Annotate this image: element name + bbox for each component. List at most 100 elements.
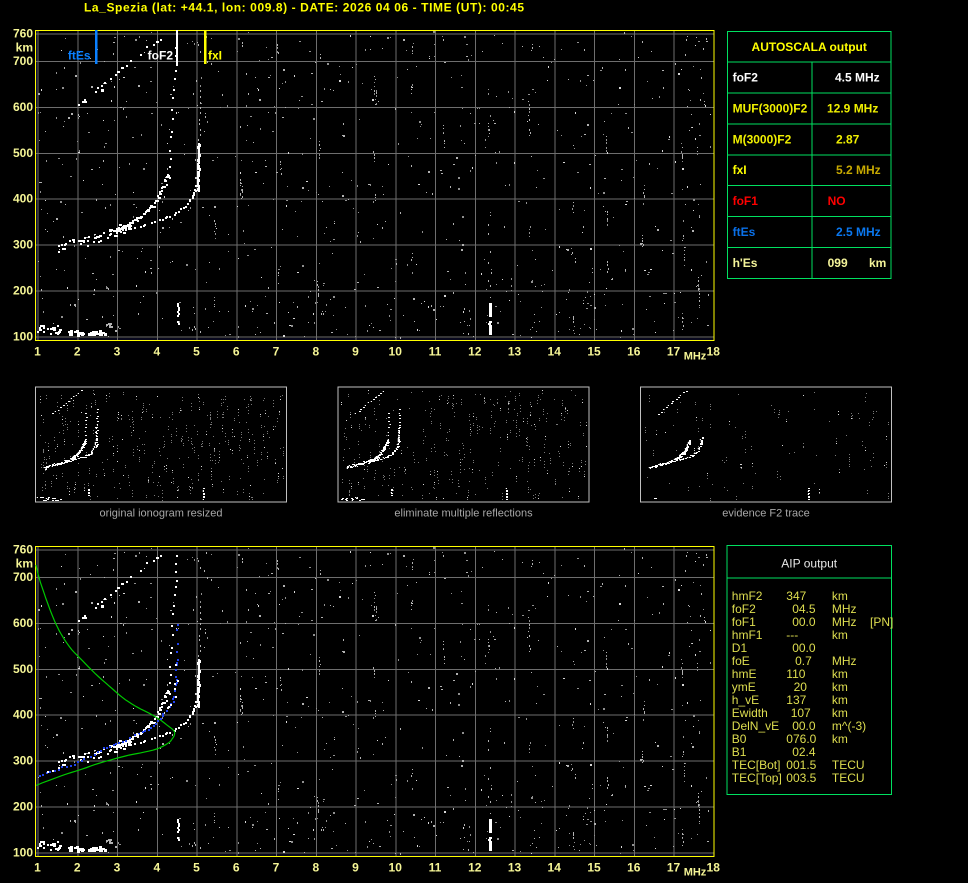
svg-text:16: 16	[627, 861, 641, 875]
svg-text:500: 500	[13, 662, 33, 676]
svg-text:5: 5	[193, 345, 200, 359]
svg-text:16: 16	[627, 345, 641, 359]
svg-text:600: 600	[13, 616, 33, 630]
svg-text:04.5: 04.5	[792, 602, 816, 616]
svg-text:km: km	[832, 667, 848, 681]
svg-text:4: 4	[153, 345, 160, 359]
svg-text:0.7: 0.7	[795, 654, 812, 668]
svg-text:La_Spezia (lat: +44.1, lon: 00: La_Spezia (lat: +44.1, lon: 009.8) - DAT…	[84, 1, 524, 15]
svg-text:h_vE: h_vE	[732, 693, 759, 707]
svg-text:12: 12	[468, 861, 482, 875]
svg-text:347: 347	[786, 589, 806, 603]
svg-text:8: 8	[312, 345, 319, 359]
svg-text:km: km	[16, 41, 33, 55]
svg-text:NO: NO	[828, 194, 846, 208]
svg-text:hmF2: hmF2	[732, 589, 763, 603]
svg-text:2: 2	[74, 345, 81, 359]
svg-text:ftEs: ftEs	[733, 225, 756, 239]
svg-text:MHz: MHz	[832, 602, 857, 616]
svg-text:14: 14	[548, 345, 562, 359]
svg-text:[PN]: [PN]	[870, 615, 893, 629]
svg-text:---: ---	[786, 628, 798, 642]
svg-text:2: 2	[74, 861, 81, 875]
svg-text:m^(-3): m^(-3)	[832, 719, 866, 733]
svg-text:original ionogram resized: original ionogram resized	[100, 508, 223, 520]
svg-text:M(3000)F2: M(3000)F2	[733, 132, 792, 146]
svg-text:TEC[Top]: TEC[Top]	[732, 771, 782, 785]
svg-text:hmE: hmE	[732, 667, 757, 681]
svg-text:MUF(3000)F2: MUF(3000)F2	[733, 101, 808, 115]
svg-text:foF2: foF2	[148, 49, 174, 63]
svg-text:7: 7	[273, 861, 280, 875]
svg-text:evidence F2 trace: evidence F2 trace	[722, 508, 809, 520]
svg-text:hmF1: hmF1	[732, 628, 763, 642]
svg-text:km: km	[832, 628, 848, 642]
svg-text:400: 400	[13, 192, 33, 206]
svg-text:13: 13	[508, 345, 522, 359]
svg-text:ymE: ymE	[732, 680, 756, 694]
svg-text:12.9 MHz: 12.9 MHz	[827, 101, 878, 115]
svg-text:foF2: foF2	[732, 602, 756, 616]
svg-text:km: km	[16, 557, 33, 571]
svg-text:h'Es: h'Es	[733, 256, 758, 270]
svg-text:400: 400	[13, 708, 33, 722]
svg-text:500: 500	[13, 146, 33, 160]
svg-text:760: 760	[13, 542, 33, 556]
svg-text:D1: D1	[732, 641, 748, 655]
svg-text:11: 11	[429, 861, 442, 875]
svg-text:7: 7	[273, 345, 280, 359]
svg-text:TECU: TECU	[832, 771, 865, 785]
svg-text:9: 9	[352, 345, 359, 359]
svg-text:6: 6	[233, 861, 240, 875]
svg-text:AIP output: AIP output	[781, 557, 837, 571]
svg-text:fxI: fxI	[208, 49, 222, 63]
svg-text:ftEs: ftEs	[68, 49, 91, 63]
svg-text:110: 110	[786, 667, 805, 681]
svg-text:10: 10	[389, 345, 403, 359]
svg-text:km: km	[832, 693, 848, 707]
svg-text:km: km	[832, 732, 848, 746]
svg-text:1: 1	[34, 861, 41, 875]
svg-text:17: 17	[667, 345, 681, 359]
svg-text:9: 9	[352, 861, 359, 875]
svg-text:100: 100	[13, 330, 33, 344]
svg-text:Ewidth: Ewidth	[732, 706, 768, 720]
svg-text:700: 700	[13, 570, 33, 584]
svg-text:km: km	[869, 256, 886, 270]
svg-text:15: 15	[587, 345, 601, 359]
svg-text:003.5: 003.5	[786, 771, 816, 785]
svg-text:001.5: 001.5	[786, 758, 816, 772]
svg-text:13: 13	[508, 861, 522, 875]
svg-text:02.4: 02.4	[792, 745, 816, 759]
svg-text:DelN_vE: DelN_vE	[732, 719, 779, 733]
svg-text:km: km	[832, 706, 848, 720]
svg-text:5.2 MHz: 5.2 MHz	[836, 163, 881, 177]
svg-text:eliminate multiple reflections: eliminate multiple reflections	[394, 508, 533, 520]
svg-text:076.0: 076.0	[786, 732, 816, 746]
svg-text:foF2: foF2	[733, 71, 759, 85]
svg-text:200: 200	[13, 284, 33, 298]
svg-text:200: 200	[13, 800, 33, 814]
svg-text:10: 10	[389, 861, 403, 875]
svg-text:AUTOSCALA output: AUTOSCALA output	[752, 40, 867, 54]
svg-text:6: 6	[233, 345, 240, 359]
svg-text:MHz: MHz	[684, 351, 707, 363]
svg-text:3: 3	[114, 345, 121, 359]
svg-text:MHz: MHz	[684, 867, 707, 879]
svg-text:fxI: fxI	[733, 163, 747, 177]
svg-text:00.0: 00.0	[792, 641, 816, 655]
svg-text:099: 099	[828, 256, 848, 270]
svg-text:15: 15	[587, 861, 601, 875]
svg-text:2.5 MHz: 2.5 MHz	[836, 225, 881, 239]
svg-text:700: 700	[13, 54, 33, 68]
svg-text:11: 11	[429, 345, 442, 359]
svg-text:17: 17	[667, 861, 681, 875]
svg-text:14: 14	[548, 861, 562, 875]
svg-text:300: 300	[13, 238, 33, 252]
svg-text:MHz: MHz	[832, 615, 857, 629]
svg-text:107: 107	[791, 706, 811, 720]
svg-text:3: 3	[114, 861, 121, 875]
svg-text:300: 300	[13, 754, 33, 768]
svg-text:18: 18	[707, 345, 721, 359]
svg-text:4: 4	[153, 861, 160, 875]
